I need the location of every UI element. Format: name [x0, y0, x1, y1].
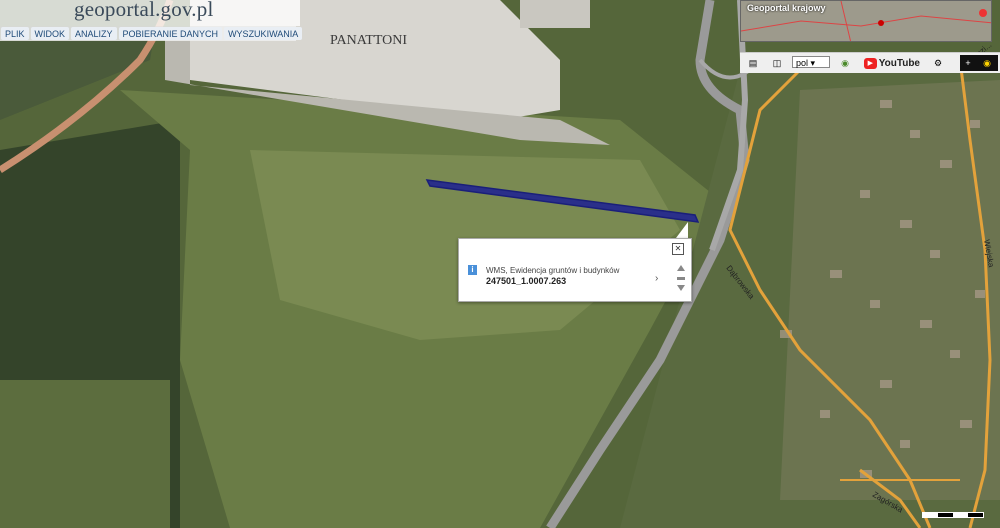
- help-icon[interactable]: ◉: [838, 55, 852, 71]
- main-menu: PLIK WIDOK ANALIZY POBIERANIE DANYCH WYS…: [0, 26, 303, 41]
- menu-item-analizy[interactable]: ANALIZY: [71, 27, 117, 40]
- parcel-id[interactable]: 247501_1.0007.263: [486, 276, 566, 286]
- minimap-close-icon[interactable]: [979, 9, 987, 17]
- scroll-up-icon[interactable]: [677, 265, 685, 271]
- plus-icon[interactable]: +: [960, 55, 976, 71]
- scroll-bar[interactable]: [677, 277, 685, 280]
- layer-name: WMS, Ewidencja gruntów i budynków: [486, 266, 620, 275]
- settings-icon[interactable]: ⚙: [930, 55, 946, 71]
- logo-banner[interactable]: geoportal.gov.pl: [0, 0, 300, 26]
- scroll-down-icon[interactable]: [677, 285, 685, 291]
- overview-minimap[interactable]: Geoportal krajowy: [740, 0, 992, 42]
- building-label: PANATTONI: [330, 33, 407, 48]
- scale-bar: [922, 512, 984, 518]
- close-icon[interactable]: ✕: [672, 243, 684, 255]
- language-select[interactable]: pol ▾: [792, 56, 830, 68]
- youtube-label: YouTube: [878, 57, 920, 69]
- logo-text: geoportal.gov.pl: [74, 0, 214, 21]
- chevron-right-icon[interactable]: ›: [655, 273, 658, 284]
- menu-item-wyszukiwania[interactable]: WYSZUKIWANIA: [224, 27, 303, 40]
- youtube-link[interactable]: ▶ YouTube: [864, 55, 920, 71]
- language-value: pol: [796, 58, 809, 68]
- minimap-title: Geoportal krajowy: [747, 3, 826, 13]
- eye-icon[interactable]: ◉: [976, 55, 998, 71]
- popup-pointer: [676, 222, 688, 238]
- wms-icon[interactable]: ◫: [770, 55, 784, 71]
- toolbar: ▤ ◫ ◉ ▶ YouTube ⚙ + ◉: [740, 52, 1000, 73]
- print-icon[interactable]: ▤: [746, 55, 760, 71]
- info-icon: i: [468, 265, 477, 275]
- youtube-icon: ▶: [864, 57, 877, 69]
- menu-item-plik[interactable]: PLIK: [1, 27, 29, 40]
- menu-item-pobieranie-danych[interactable]: POBIERANIE DANYCH: [118, 27, 223, 40]
- feature-info-popup: ✕ i WMS, Ewidencja gruntów i budynków 24…: [458, 238, 692, 302]
- menu-item-widok[interactable]: WIDOK: [30, 27, 70, 40]
